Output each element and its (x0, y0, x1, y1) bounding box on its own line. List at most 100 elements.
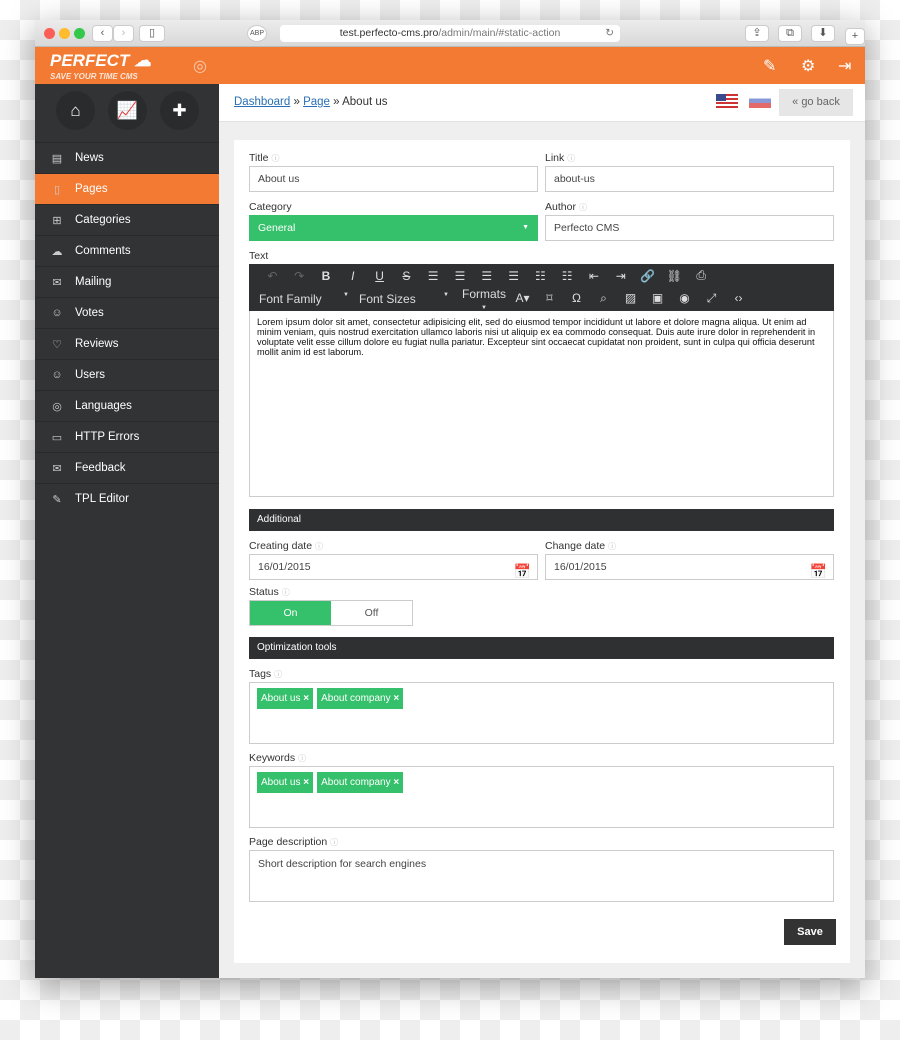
calendar-icon[interactable]: 📅 (810, 559, 827, 583)
underline-icon[interactable]: U (366, 269, 393, 283)
edit-icon[interactable]: ✎ (763, 56, 776, 76)
code-icon[interactable]: ‹› (725, 291, 752, 305)
status-on-button[interactable]: On (250, 601, 331, 625)
text-editor[interactable]: Lorem ipsum dolor sit amet, consectetur … (249, 311, 834, 497)
category-select[interactable]: General ▼ (249, 215, 538, 241)
tag: About company × (317, 772, 404, 793)
keywords-input[interactable]: About us × About company × (249, 766, 834, 828)
omega-icon[interactable]: Ω (563, 291, 590, 305)
tag-label: About us (261, 693, 301, 704)
sidebar-item-categories[interactable]: ⊞ Categories (35, 204, 219, 235)
sidebar-item-label: Languages (75, 400, 132, 412)
gear-icon[interactable]: ⚙ (801, 56, 815, 76)
unlink-icon[interactable]: ⛓ (661, 269, 688, 283)
tabs-icon[interactable]: ⧉ (778, 25, 802, 42)
change-date-input[interactable]: 16/01/2015 📅 (545, 554, 834, 580)
us-flag-icon[interactable] (716, 94, 738, 108)
breadcrumb-separator: » (333, 96, 340, 108)
remove-tag-icon[interactable]: × (393, 777, 399, 788)
logout-icon[interactable]: ⇥ (838, 56, 851, 76)
page-description-input[interactable]: Short description for search engines (249, 850, 834, 902)
link-input[interactable]: about-us (545, 166, 834, 192)
sidebar-item-reviews[interactable]: ♡ Reviews (35, 328, 219, 359)
sidebar-item-pages[interactable]: ▯ Pages (35, 173, 219, 204)
undo-icon[interactable]: ↶ (259, 269, 286, 283)
font-family-select[interactable]: Font Family ▼ (259, 292, 349, 306)
sidebar-item-http-errors[interactable]: ▭ HTTP Errors (35, 421, 219, 452)
calendar-icon[interactable]: 📅 (514, 559, 531, 583)
preview-icon[interactable]: ◉ (671, 291, 698, 305)
url-host: test.perfecto-cms.pro (339, 27, 439, 39)
align-right-icon[interactable]: ☰ (473, 269, 500, 283)
author-input[interactable]: Perfecto CMS (545, 215, 834, 241)
address-bar[interactable]: test.perfecto-cms.pro/admin/main/#static… (280, 25, 620, 42)
breadcrumb-separator: » (293, 96, 300, 108)
italic-icon[interactable]: I (339, 269, 366, 283)
sidebar-item-label: Users (75, 369, 106, 381)
sidebar-item-comments[interactable]: ☁ Comments (35, 235, 219, 266)
sidebar-item-label: Votes (75, 307, 104, 319)
print-icon[interactable]: ⎙ (688, 268, 715, 283)
breadcrumb-dashboard-link[interactable]: Dashboard (234, 96, 290, 108)
indent-icon[interactable]: ⇥ (607, 269, 634, 283)
remove-tag-icon[interactable]: × (303, 693, 309, 704)
numbered-list-icon[interactable]: ☷ (554, 269, 581, 283)
text-color-icon[interactable]: A▾ (509, 291, 536, 305)
sidebar-item-votes[interactable]: ☺ Votes (35, 297, 219, 328)
puzzle-icon[interactable]: ✚ (160, 91, 199, 130)
envelope-icon: ✉ (52, 462, 62, 475)
creating-date-input[interactable]: 16/01/2015 📅 (249, 554, 538, 580)
save-button[interactable]: Save (784, 919, 836, 945)
outdent-icon[interactable]: ⇤ (581, 269, 608, 283)
close-window-button[interactable] (44, 28, 55, 39)
ru-flag-icon[interactable] (749, 94, 771, 108)
bold-icon[interactable]: B (313, 269, 340, 283)
media-icon[interactable]: ▣ (644, 291, 671, 305)
status-off-button[interactable]: Off (331, 601, 412, 625)
minimize-window-button[interactable] (59, 28, 70, 39)
editor-toolbar: ↶ ↷ B I U S ☰ ☰ ☰ ☰ ☷ ☷ ⇤ ⇥ 🔗 ⛓ ⎙ Font Family ▼ Font Siz… (249, 264, 834, 311)
sidebar-toggle-icon[interactable]: ▯ (139, 25, 165, 42)
adblock-icon[interactable]: ABP (247, 25, 267, 42)
strikethrough-icon[interactable]: S (393, 269, 420, 283)
bookmark-icon[interactable]: ⌑ (536, 291, 563, 305)
home-icon[interactable]: ⌂ (56, 91, 95, 130)
remove-tag-icon[interactable]: × (303, 777, 309, 788)
tag-label: About us (261, 777, 301, 788)
bullet-list-icon[interactable]: ☷ (527, 269, 554, 283)
remove-tag-icon[interactable]: × (393, 693, 399, 704)
fullscreen-icon[interactable]: ⤢ (698, 291, 725, 306)
back-icon[interactable]: ‹ (92, 25, 113, 42)
maximize-window-button[interactable] (74, 28, 85, 39)
go-back-button[interactable]: « go back (779, 89, 853, 116)
download-icon[interactable]: ⬇ (811, 25, 835, 42)
stats-icon[interactable]: 📈 (108, 91, 147, 130)
sidebar-item-feedback[interactable]: ✉ Feedback (35, 452, 219, 483)
justify-icon[interactable]: ☰ (500, 269, 527, 283)
sidebar-item-languages[interactable]: ◎ Languages (35, 390, 219, 421)
tags-input[interactable]: About us × About company × (249, 682, 834, 744)
reload-icon[interactable]: ↻ (605, 25, 614, 42)
font-sizes-select[interactable]: Font Sizes ▼ (359, 292, 449, 306)
image-icon[interactable]: ▨ (617, 291, 644, 305)
sidebar-item-users[interactable]: ☺ Users (35, 359, 219, 390)
sidebar-item-mailing[interactable]: ✉ Mailing (35, 266, 219, 297)
new-tab-icon[interactable]: + (845, 28, 865, 45)
share-icon[interactable]: ⇪ (745, 25, 769, 42)
link-icon[interactable]: 🔗 (634, 269, 661, 283)
sidebar-item-tpl-editor[interactable]: ✎ TPL Editor (35, 483, 219, 514)
breadcrumb-page-link[interactable]: Page (303, 96, 330, 108)
sidebar: ⌂ 📈 ✚ ▤ News ▯ Pages ⊞ Categories ☁ Comments ✉ Ma… (35, 84, 219, 978)
title-input[interactable]: About us (249, 166, 538, 192)
globe-icon[interactable]: ◎ (193, 56, 207, 76)
align-center-icon[interactable]: ☰ (447, 269, 474, 283)
align-left-icon[interactable]: ☰ (420, 269, 447, 283)
link-label: Link ⓘ (545, 152, 576, 164)
redo-icon[interactable]: ↷ (286, 269, 313, 283)
formats-select[interactable]: Formats ▼ (459, 287, 509, 311)
logo[interactable]: PERFECT ☁ SAVE YOUR TIME CMS (50, 52, 151, 85)
tree-icon: ⊞ (52, 214, 62, 227)
sidebar-item-news[interactable]: ▤ News (35, 142, 219, 173)
search-image-icon[interactable]: ⌕ (590, 291, 617, 306)
forward-icon[interactable]: › (113, 25, 134, 42)
